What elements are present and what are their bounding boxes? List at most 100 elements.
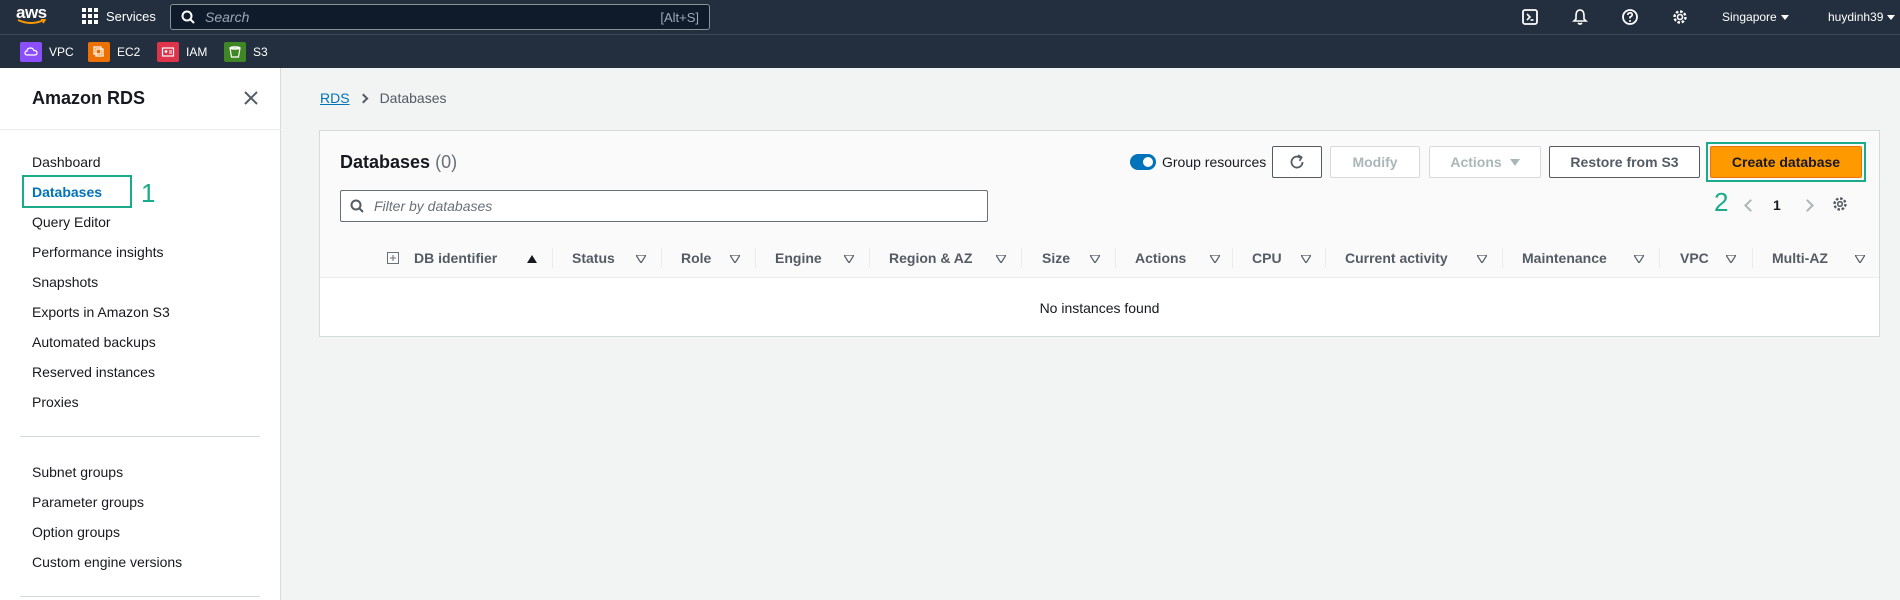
- aws-logo[interactable]: aws: [16, 4, 50, 29]
- sort-ascending-icon[interactable]: [527, 255, 537, 263]
- sidebar-divider: [20, 596, 260, 597]
- restore-from-s3-button[interactable]: Restore from S3: [1549, 146, 1700, 178]
- column-header-multi-az[interactable]: Multi-AZ: [1772, 250, 1828, 266]
- caret-down-icon: [1509, 158, 1520, 166]
- sort-icon[interactable]: [636, 255, 646, 263]
- modify-button[interactable]: Modify: [1330, 146, 1420, 178]
- column-header-vpc[interactable]: VPC: [1680, 250, 1709, 266]
- empty-table-message: No instances found: [1039, 300, 1160, 316]
- refresh-button[interactable]: [1272, 146, 1322, 178]
- account-menu[interactable]: huydinh39: [1828, 10, 1896, 24]
- breadcrumb-current: Databases: [379, 90, 447, 106]
- databases-table-panel: Databases (0) Group resources Modify Act…: [319, 130, 1880, 337]
- sidebar-item-custom-engine-versions[interactable]: Custom engine versions: [32, 554, 182, 570]
- column-header-current-activity[interactable]: Current activity: [1345, 250, 1448, 266]
- sidebar-item-proxies[interactable]: Proxies: [32, 394, 79, 410]
- column-divider: [1021, 248, 1022, 268]
- column-divider: [661, 248, 662, 268]
- favorite-label: IAM: [186, 45, 208, 59]
- global-search-input[interactable]: [205, 9, 625, 25]
- breadcrumb-rds-link[interactable]: RDS: [320, 90, 350, 106]
- column-divider: [869, 248, 870, 268]
- close-icon[interactable]: [243, 90, 259, 106]
- panel-title-text: Databases: [340, 152, 431, 172]
- sidebar-item-snapshots[interactable]: Snapshots: [32, 274, 98, 290]
- favorite-label: VPC: [49, 45, 74, 59]
- search-icon: [350, 199, 364, 213]
- settings-gear-icon[interactable]: [1671, 8, 1689, 26]
- column-divider: [1752, 248, 1753, 268]
- table-preferences-gear-icon[interactable]: [1831, 195, 1849, 213]
- sort-icon[interactable]: [1726, 255, 1736, 263]
- step-1-highlight-box: [22, 175, 132, 208]
- column-header-size[interactable]: Size: [1042, 250, 1070, 266]
- column-divider: [755, 248, 756, 268]
- services-label: Services: [106, 8, 156, 24]
- column-header-cpu[interactable]: CPU: [1252, 250, 1282, 266]
- sidebar-item-query-editor[interactable]: Query Editor: [32, 214, 111, 230]
- search-shortcut-hint: [Alt+S]: [660, 10, 699, 25]
- actions-button-label: Actions: [1450, 154, 1502, 170]
- ec2-service-icon: [88, 42, 110, 62]
- chevron-down-icon: [1780, 14, 1789, 20]
- favorite-label: EC2: [117, 45, 141, 59]
- filter-databases-box[interactable]: [340, 190, 988, 222]
- column-divider: [1115, 248, 1116, 268]
- favorite-s3[interactable]: S3: [224, 42, 268, 62]
- group-resources-toggle[interactable]: [1130, 154, 1156, 170]
- step-1-annotation: 1: [141, 178, 156, 208]
- sidebar-item-option-groups[interactable]: Option groups: [32, 524, 120, 540]
- sidebar-item-automated-backups[interactable]: Automated backups: [32, 334, 156, 350]
- notifications-bell-icon[interactable]: [1571, 8, 1589, 26]
- chevron-down-icon: [1887, 14, 1896, 20]
- sidebar-item-reserved-instances[interactable]: Reserved instances: [32, 364, 155, 380]
- sort-icon[interactable]: [844, 255, 854, 263]
- sidebar-divider: [20, 436, 260, 437]
- user-name: huydinh39: [1828, 10, 1884, 24]
- s3-service-icon: [224, 42, 246, 62]
- column-header-maintenance[interactable]: Maintenance: [1522, 250, 1607, 266]
- filter-databases-input[interactable]: [374, 198, 974, 214]
- step-2-annotation: 2: [1714, 187, 1729, 217]
- sort-icon[interactable]: [996, 255, 1006, 263]
- region-selector[interactable]: Singapore: [1722, 10, 1789, 24]
- sidebar-item-parameter-groups[interactable]: Parameter groups: [32, 494, 144, 510]
- column-header-actions[interactable]: Actions: [1135, 250, 1186, 266]
- modify-button-label: Modify: [1352, 154, 1398, 170]
- next-page-icon[interactable]: [1800, 198, 1814, 212]
- sort-icon[interactable]: [1477, 255, 1487, 263]
- column-header-role[interactable]: Role: [681, 250, 711, 266]
- sort-icon[interactable]: [730, 255, 740, 263]
- column-header-region-az[interactable]: Region & AZ: [889, 250, 972, 266]
- services-menu-button[interactable]: Services: [82, 8, 156, 24]
- global-search-box[interactable]: [Alt+S]: [170, 4, 710, 30]
- expand-all-icon[interactable]: [387, 252, 399, 264]
- sidebar-item-subnet-groups[interactable]: Subnet groups: [32, 464, 123, 480]
- sort-icon[interactable]: [1090, 255, 1100, 263]
- sort-icon[interactable]: [1855, 255, 1865, 263]
- actions-dropdown-button[interactable]: Actions: [1429, 146, 1541, 178]
- current-page-number[interactable]: 1: [1773, 197, 1781, 213]
- pagination: 1: [1744, 197, 1814, 213]
- sort-icon[interactable]: [1634, 255, 1644, 263]
- rds-side-navigation: Amazon RDS Dashboard Databases Query Edi…: [0, 68, 281, 600]
- sidebar-item-performance-insights[interactable]: Performance insights: [32, 244, 164, 260]
- favorite-vpc[interactable]: VPC: [20, 42, 74, 62]
- sidebar-item-dashboard[interactable]: Dashboard: [32, 154, 101, 170]
- sidebar-item-exports-s3[interactable]: Exports in Amazon S3: [32, 304, 170, 320]
- sort-icon[interactable]: [1301, 255, 1311, 263]
- column-header-engine[interactable]: Engine: [775, 250, 822, 266]
- help-icon[interactable]: [1621, 8, 1639, 26]
- favorite-ec2[interactable]: EC2: [88, 42, 140, 62]
- group-resources-label: Group resources: [1162, 154, 1267, 170]
- cloudshell-icon[interactable]: [1521, 8, 1539, 26]
- sort-icon[interactable]: [1210, 255, 1220, 263]
- iam-service-icon: [157, 42, 179, 62]
- column-divider: [1659, 248, 1660, 268]
- region-label: Singapore: [1722, 10, 1777, 24]
- column-header-status[interactable]: Status: [572, 250, 615, 266]
- favorite-iam[interactable]: IAM: [157, 42, 207, 62]
- column-header-db-identifier[interactable]: DB identifier: [414, 250, 497, 266]
- top-navigation-bar: aws Services [Alt+S] S: [0, 0, 1900, 34]
- previous-page-icon[interactable]: [1744, 198, 1757, 212]
